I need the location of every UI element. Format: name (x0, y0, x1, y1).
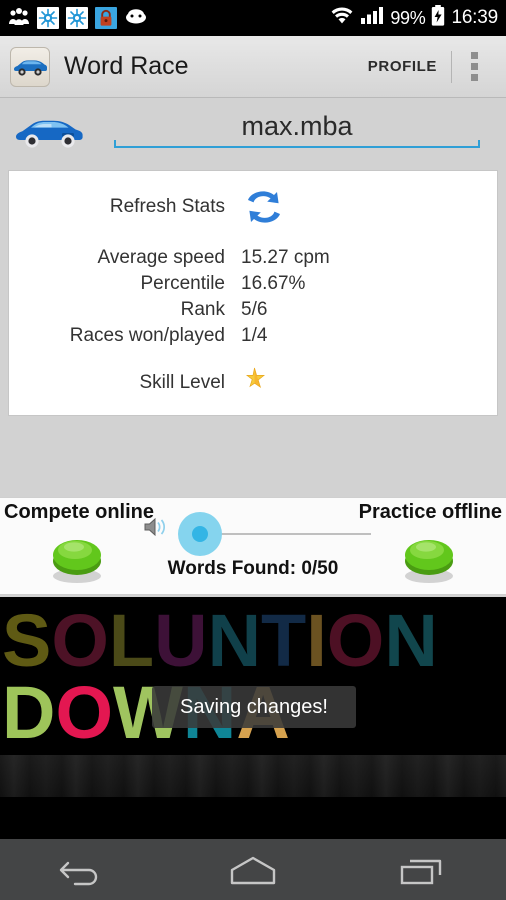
volume-slider-thumb-halo[interactable] (178, 512, 222, 556)
compete-online-label: Compete online (4, 501, 155, 523)
game-tile-strip (0, 755, 506, 797)
back-arrow-icon[interactable] (0, 839, 169, 900)
overflow-menu-icon[interactable] (452, 36, 496, 97)
stat-label: Average speed (97, 247, 225, 268)
page-title: Word Race (64, 52, 189, 80)
volume-slider-track (206, 533, 371, 535)
wifi-icon (330, 6, 354, 30)
android-face-icon (124, 7, 148, 30)
skill-level-row: Skill Level (9, 363, 497, 403)
clock-label: 16:39 (451, 7, 498, 28)
game-letter[interactable]: N (208, 604, 261, 678)
volume-slider[interactable] (178, 512, 378, 556)
stat-value: 16.67% (241, 273, 306, 294)
stats-card: Refresh Stats Average speed 15.27 cpm Pe… (8, 170, 498, 416)
people-group-icon (8, 6, 30, 31)
status-bar-left-icons (8, 6, 148, 31)
stat-value: 1/4 (241, 325, 268, 346)
sync-refresh-icon[interactable] (241, 187, 287, 227)
table-row: Average speed 15.27 cpm (9, 245, 497, 271)
username-field[interactable]: max.mba (114, 111, 480, 154)
game-letter[interactable]: O (55, 676, 113, 750)
game-letter[interactable]: U (154, 604, 207, 678)
app-screen: 99% 16:39 Word Race PROFILE max.mba Refr… (0, 0, 506, 900)
lock-icon (95, 7, 117, 29)
game-letter[interactable]: T (261, 604, 306, 678)
status-bar: 99% 16:39 (0, 0, 506, 36)
game-letter[interactable]: O (51, 604, 109, 678)
recent-apps-icon[interactable] (337, 839, 506, 900)
table-row: Percentile 16.67% (9, 271, 497, 297)
blue-car-icon (14, 113, 86, 151)
action-bar: Word Race PROFILE (0, 36, 506, 98)
volume-slider-thumb[interactable] (192, 526, 208, 542)
battery-charging-icon (431, 5, 445, 31)
stat-label: Percentile (140, 273, 226, 294)
table-row: Races won/played 1/4 (9, 323, 497, 349)
status-bar-right-icons: 99% 16:39 (330, 5, 498, 31)
username-row: max.mba (0, 98, 506, 166)
snowflake-gear-icon-1 (37, 7, 59, 29)
stat-value: 15.27 cpm (241, 247, 330, 268)
snowflake-gear-icon-2 (66, 7, 88, 29)
refresh-stats-row[interactable]: Refresh Stats (9, 185, 497, 229)
game-letter[interactable]: N (384, 604, 437, 678)
speaker-volume-icon[interactable] (143, 515, 173, 544)
table-row: Rank 5/6 (9, 297, 497, 323)
stat-value: 5/6 (241, 299, 268, 320)
words-found-label: Words Found: 0/50 (167, 558, 339, 579)
action-bar-actions: PROFILE (354, 36, 496, 97)
profile-button[interactable]: PROFILE (354, 58, 451, 75)
toast-message: Saving changes! (152, 686, 356, 728)
game-letter[interactable]: D (2, 676, 55, 750)
android-nav-bar (0, 839, 506, 900)
game-letter[interactable]: S (2, 604, 51, 678)
cellular-signal-icon (360, 6, 384, 30)
practice-offline-label: Practice offline (358, 501, 502, 523)
battery-percent-label: 99% (390, 7, 426, 28)
game-letter[interactable]: I (306, 604, 327, 678)
letter-row-1: S O L U N T I O N (2, 604, 438, 678)
game-letter[interactable]: O (327, 604, 385, 678)
home-icon[interactable] (169, 839, 338, 900)
app-icon (10, 46, 50, 87)
username-value[interactable]: max.mba (114, 111, 480, 146)
stat-label: Rank (180, 299, 225, 320)
stat-label: Races won/played (69, 325, 225, 346)
game-letter[interactable]: L (109, 604, 154, 678)
half-star-icon (241, 365, 271, 401)
refresh-stats-label: Refresh Stats (109, 196, 225, 217)
username-underline (114, 139, 480, 148)
skill-level-label: Skill Level (139, 372, 225, 393)
stats-list: Average speed 15.27 cpm Percentile 16.67… (9, 245, 497, 349)
